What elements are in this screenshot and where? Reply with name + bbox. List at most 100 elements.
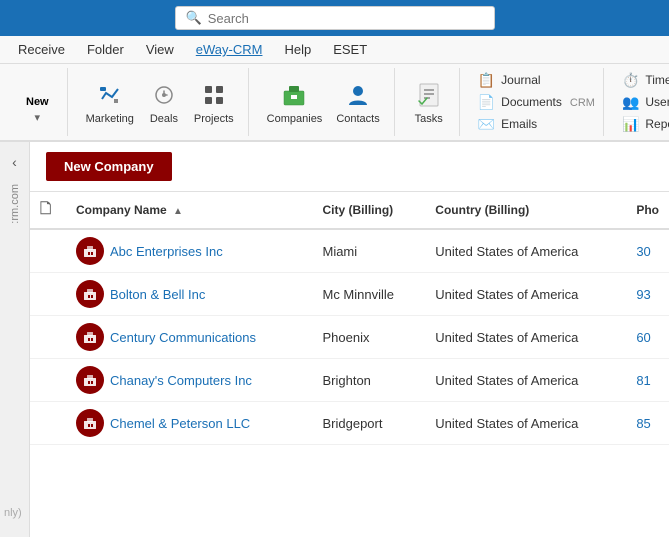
- col-header-name[interactable]: Company Name ▲: [66, 192, 312, 229]
- row-name-cell: Bolton & Bell Inc: [66, 273, 312, 316]
- menu-item-folder[interactable]: Folder: [77, 38, 134, 61]
- companies-table: 🗋 Company Name ▲ City (Billing) Country …: [30, 192, 669, 445]
- journal-button[interactable]: 📋 Journal: [472, 70, 568, 91]
- ribbon-group-marketing: Marketing Deals Projects: [72, 68, 249, 136]
- table-area: New Company 🗋 Company Name ▲ City (Billi…: [30, 142, 669, 537]
- row-doc-cell: [30, 273, 66, 316]
- journal-icon: 📋: [478, 72, 495, 89]
- contacts-label: Contacts: [336, 113, 379, 125]
- reports-label: Reports: [645, 117, 669, 131]
- row-phone-cell: 93: [626, 273, 669, 316]
- company-cell: Bolton & Bell Inc: [76, 280, 302, 308]
- company-name-link[interactable]: Abc Enterprises Inc: [110, 244, 223, 259]
- marketing-button[interactable]: Marketing: [80, 75, 140, 129]
- toolbar-row: New Company: [30, 142, 669, 192]
- menu-item-eset[interactable]: ESET: [323, 38, 377, 61]
- emails-label: Emails: [501, 117, 537, 131]
- deals-button[interactable]: Deals: [142, 75, 186, 129]
- company-icon: [76, 323, 104, 351]
- col-header-phone: Pho: [626, 192, 669, 229]
- company-icon: [76, 237, 104, 265]
- documents-label: Documents: [501, 95, 562, 109]
- table-row: Chanay's Computers Inc Brighton United S…: [30, 359, 669, 402]
- company-name-link[interactable]: Century Communications: [110, 330, 256, 345]
- row-name-cell: Century Communications: [66, 316, 312, 359]
- projects-label: Projects: [194, 113, 234, 125]
- crm-group-label: CRM: [570, 95, 595, 109]
- emails-icon: ✉️: [478, 116, 495, 133]
- timesheets-label: Time Sheets: [645, 73, 669, 87]
- projects-button[interactable]: Projects: [188, 75, 240, 129]
- documents-button[interactable]: 📄 Documents: [472, 92, 568, 113]
- timesheets-icon: ⏱️: [622, 72, 639, 89]
- contacts-button[interactable]: Contacts: [330, 75, 385, 129]
- users-label: Users: [645, 95, 669, 109]
- row-country-cell: United States of America: [425, 316, 626, 359]
- menu-bar: Receive Folder View eWay-CRM Help ESET: [0, 36, 669, 64]
- row-phone-cell: 60: [626, 316, 669, 359]
- new-company-button[interactable]: New Company: [46, 152, 172, 181]
- menu-item-view[interactable]: View: [136, 38, 184, 61]
- col-phone-label: Pho: [636, 203, 659, 217]
- side-label: :rm.com: [9, 184, 21, 224]
- doc-header-icon: 🗋: [40, 200, 51, 216]
- menu-item-receive[interactable]: Receive: [8, 38, 75, 61]
- companies-button[interactable]: Companies: [261, 75, 329, 129]
- table-header-row: 🗋 Company Name ▲ City (Billing) Country …: [30, 192, 669, 229]
- phone-link[interactable]: 85: [636, 416, 650, 431]
- company-name-link[interactable]: Chanay's Computers Inc: [110, 373, 252, 388]
- phone-link[interactable]: 81: [636, 373, 650, 388]
- time-small-group: ⏱️ Time Sheets 👥 Users 📊 Reports: [616, 70, 669, 135]
- row-country-cell: United States of America: [425, 402, 626, 445]
- ribbon-group-tasks: Tasks: [399, 68, 460, 136]
- col-header-doc: 🗋: [30, 192, 66, 229]
- companies-label: Companies: [267, 113, 323, 125]
- table-row: Chemel & Peterson LLC Bridgeport United …: [30, 402, 669, 445]
- ribbon-group-companies: Companies Contacts: [253, 68, 395, 136]
- tasks-label: Tasks: [415, 113, 443, 125]
- search-input[interactable]: [208, 11, 484, 26]
- col-country-label: Country (Billing): [435, 203, 529, 217]
- col-city-label: City (Billing): [322, 203, 393, 217]
- new-dropdown-arrow[interactable]: ▾: [25, 110, 51, 125]
- marketing-icon: [94, 79, 126, 111]
- menu-item-eway-crm[interactable]: eWay-CRM: [186, 38, 273, 61]
- deals-label: Deals: [150, 113, 178, 125]
- reports-button[interactable]: 📊 Reports: [616, 114, 669, 135]
- tasks-icon: [413, 79, 445, 111]
- new-label: New: [26, 96, 49, 108]
- row-name-cell: Chemel & Peterson LLC: [66, 402, 312, 445]
- table-row: Abc Enterprises Inc Miami United States …: [30, 229, 669, 273]
- company-name-link[interactable]: Chemel & Peterson LLC: [110, 416, 250, 431]
- new-button[interactable]: New: [16, 79, 59, 110]
- col-name-label: Company Name: [76, 203, 167, 217]
- phone-link[interactable]: 60: [636, 330, 650, 345]
- company-icon: [76, 366, 104, 394]
- row-doc-cell: [30, 359, 66, 402]
- col-header-country: Country (Billing): [425, 192, 626, 229]
- title-bar: 🔍: [0, 0, 669, 36]
- company-name-link[interactable]: Bolton & Bell Inc: [110, 287, 205, 302]
- row-city-cell: Brighton: [312, 359, 425, 402]
- company-cell: Chemel & Peterson LLC: [76, 409, 302, 437]
- row-city-cell: Phoenix: [312, 316, 425, 359]
- ribbon-group-crm: 📋 Journal 📄 Documents ✉️ Emails CRM: [464, 68, 604, 136]
- row-phone-cell: 81: [626, 359, 669, 402]
- search-box[interactable]: 🔍: [175, 6, 495, 30]
- menu-item-help[interactable]: Help: [274, 38, 321, 61]
- deals-icon: [148, 79, 180, 111]
- tasks-button[interactable]: Tasks: [407, 75, 451, 129]
- new-button-container: New ▾: [16, 79, 59, 125]
- row-country-cell: United States of America: [425, 359, 626, 402]
- emails-button[interactable]: ✉️ Emails: [472, 114, 568, 135]
- timesheets-button[interactable]: ⏱️ Time Sheets: [616, 70, 669, 91]
- collapse-button[interactable]: ‹: [8, 150, 21, 174]
- table-row: Century Communications Phoenix United St…: [30, 316, 669, 359]
- left-panel: ‹ :rm.com: [0, 142, 30, 537]
- users-button[interactable]: 👥 Users: [616, 92, 669, 113]
- company-cell: Century Communications: [76, 323, 302, 351]
- phone-link[interactable]: 30: [636, 244, 650, 259]
- row-doc-cell: [30, 316, 66, 359]
- phone-link[interactable]: 93: [636, 287, 650, 302]
- documents-icon: 📄: [478, 94, 495, 111]
